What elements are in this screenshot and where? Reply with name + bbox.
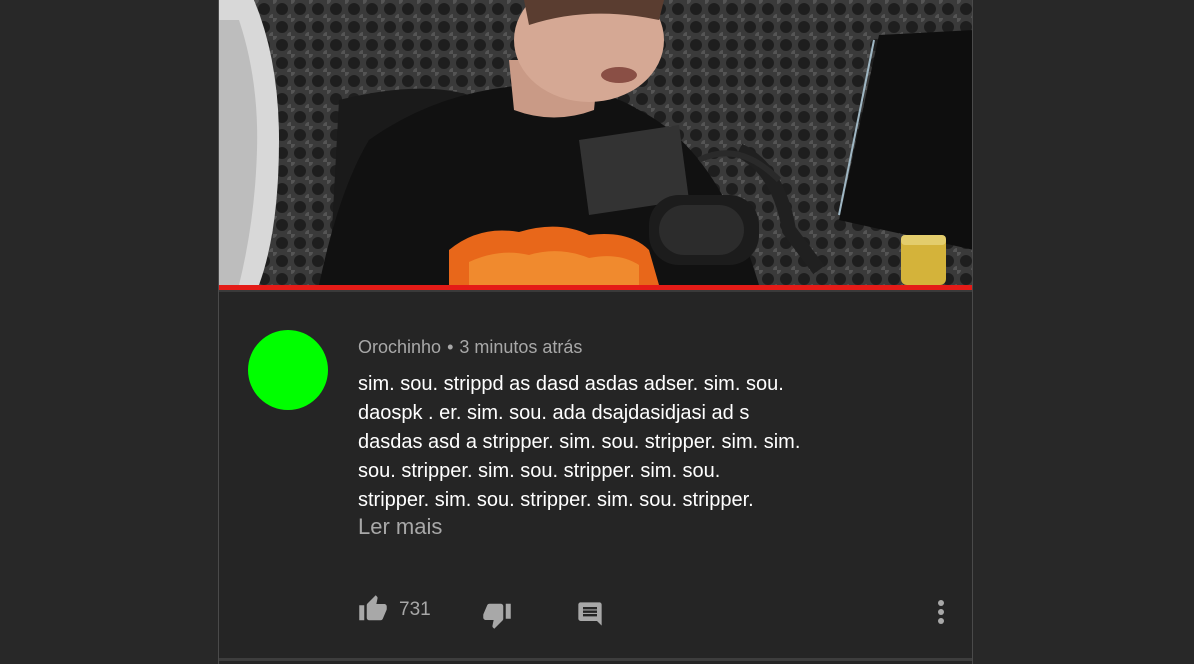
comment-actions: 731 [219, 590, 972, 640]
avatar[interactable] [248, 330, 328, 410]
comment-line: sou. stripper. sim. sou. stripper. sim. … [358, 460, 721, 482]
thumb-down-icon[interactable] [482, 600, 512, 630]
comment-icon[interactable] [576, 600, 604, 628]
divider [219, 290, 972, 292]
comment-line: sim. sou. strippd as dasd asdas adser. s… [358, 373, 784, 395]
meta-separator: • [447, 337, 454, 357]
comment-line: dasdas asd a stripper. sim. sou. strippe… [358, 431, 801, 453]
comment-text: sim. sou. strippd as dasd asdas adser. s… [358, 370, 858, 515]
comment-line: stripper. sim. sou. stripper. sim. sou. … [358, 489, 754, 511]
comment-author[interactable]: Orochinho [358, 337, 441, 357]
comment-meta: Orochinho • 3 minutos atrás [358, 337, 582, 358]
more-vertical-icon[interactable] [931, 598, 951, 628]
comment-line: daospk . er. sim. sou. ada dsajdasidjasi… [358, 402, 750, 424]
thumb-up-icon[interactable] [358, 594, 388, 624]
like-count: 731 [399, 599, 431, 620]
comment-timestamp[interactable]: 3 minutos atrás [459, 337, 582, 357]
video-frame-image [219, 0, 972, 285]
comment-card: Orochinho • 3 minutos atrás sim. sou. stri… [218, 0, 973, 664]
video-thumbnail[interactable] [219, 0, 972, 285]
divider [219, 658, 972, 661]
read-more-link[interactable]: Ler mais [358, 514, 442, 540]
